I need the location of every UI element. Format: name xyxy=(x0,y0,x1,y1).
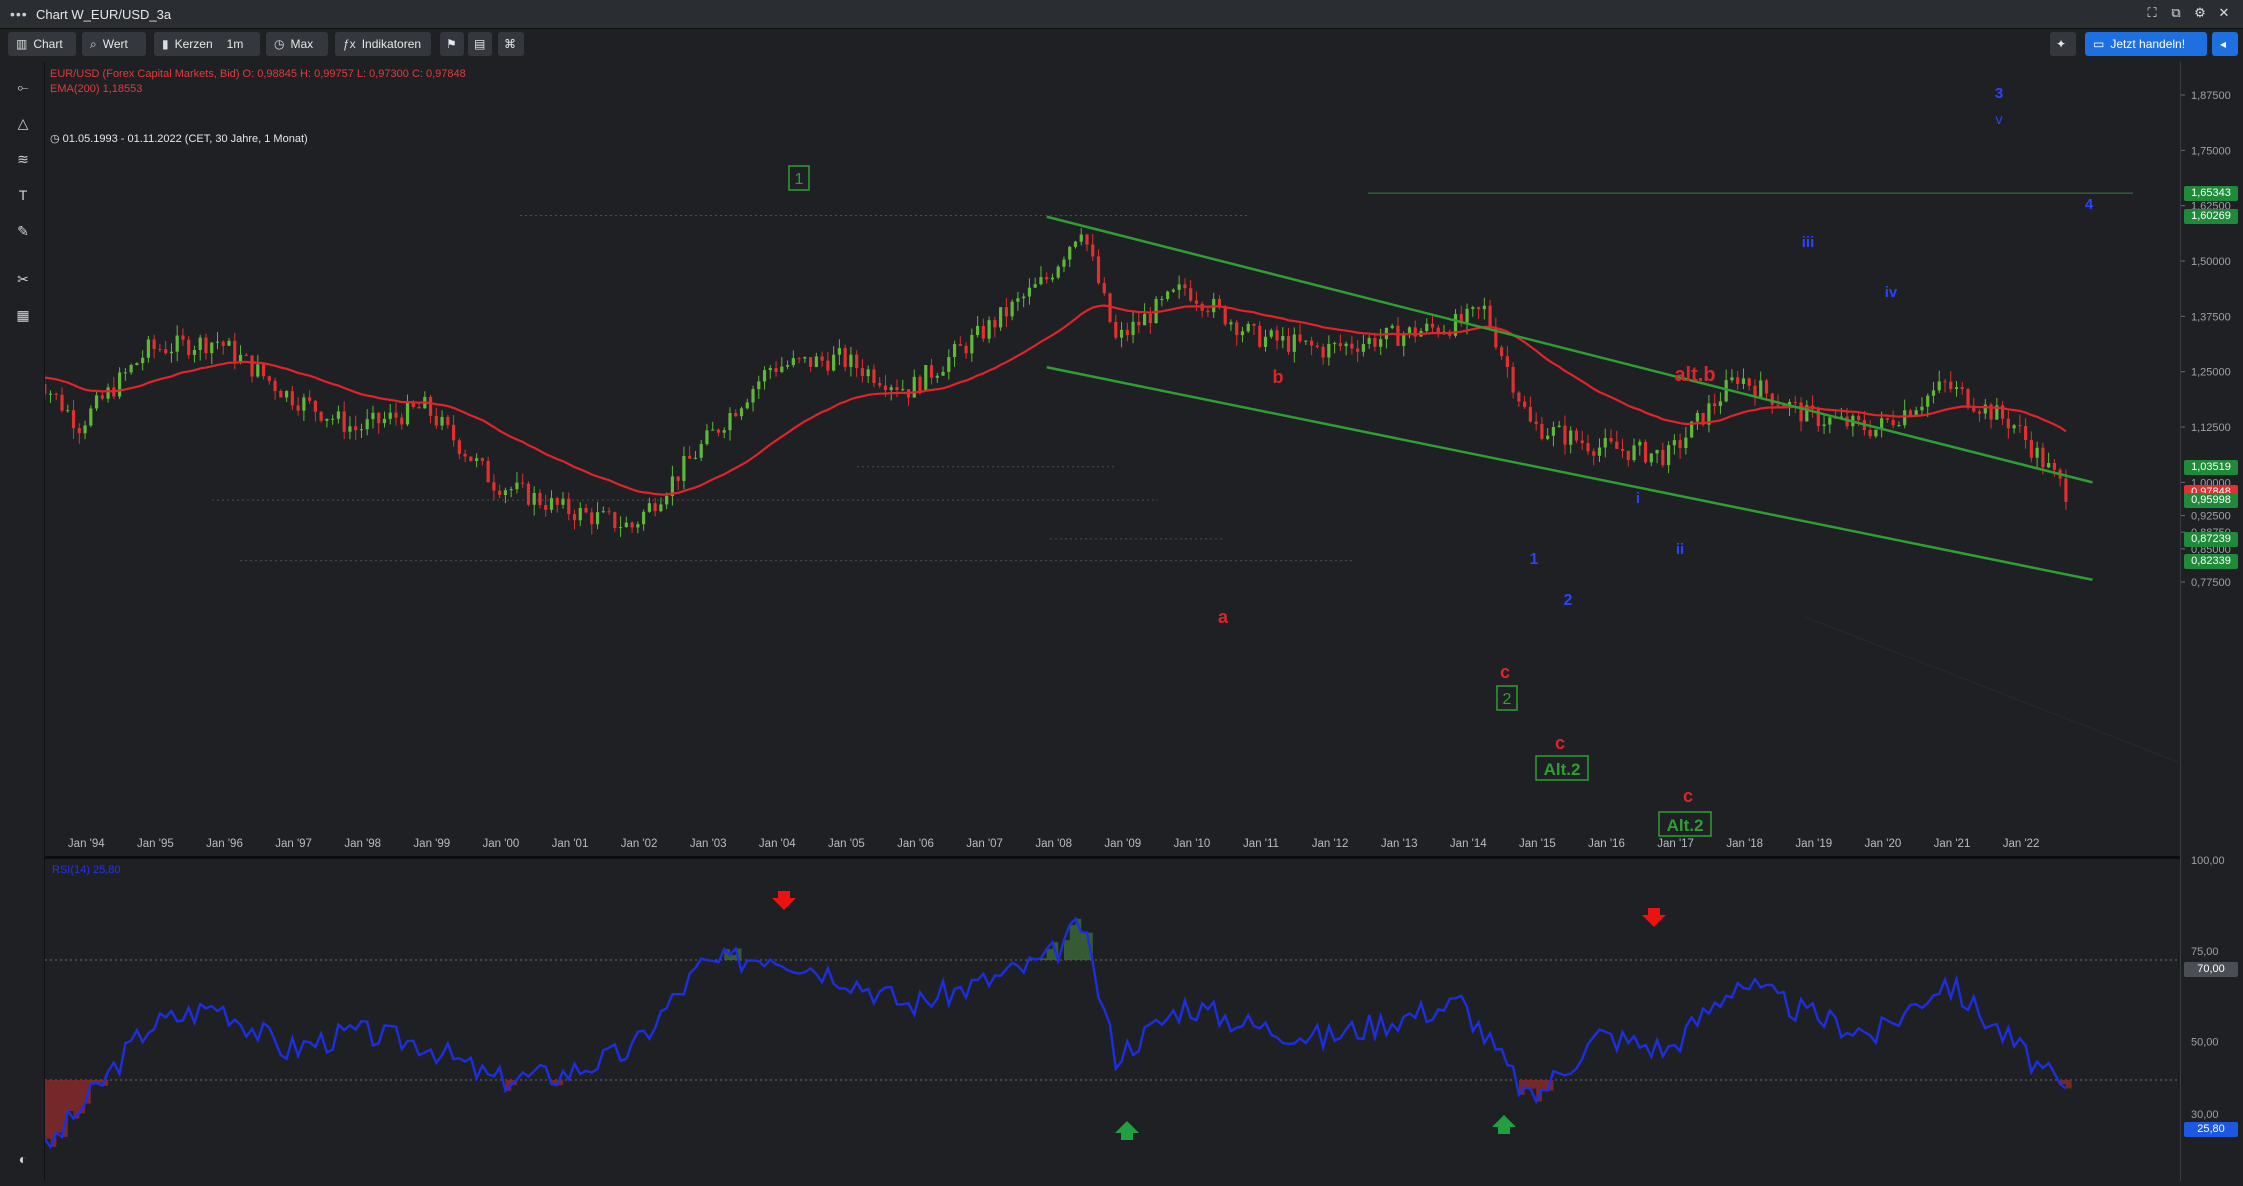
rsi-tick-label: 100,00 xyxy=(2191,855,2225,867)
rsi-tick-label: 75,00 xyxy=(2191,946,2219,958)
price-tick-label: 0,92500 xyxy=(2191,511,2231,523)
wave-4-label: 4 xyxy=(2085,196,2094,213)
price-tag: 1,65343 xyxy=(2184,186,2238,202)
price-tick-label: 1,75000 xyxy=(2191,145,2231,157)
price-tick-label: 1,87500 xyxy=(2191,90,2231,102)
wave-3-label: 3 xyxy=(1995,85,2003,102)
wave-b-label: b xyxy=(1273,367,1284,387)
wave-c-label-1: c xyxy=(1500,662,1510,682)
price-tick-label: 1,37500 xyxy=(2191,311,2231,323)
rsi-overbought-fill xyxy=(701,918,1093,960)
price-tag: 0,95998 xyxy=(2184,493,2238,509)
wave-2-label: 2 xyxy=(1503,691,1512,708)
price-tag: 0,82339 xyxy=(2184,553,2238,569)
wave-i-label: i xyxy=(1636,490,1640,507)
rsi-tag: 25,80 xyxy=(2184,1122,2238,1138)
rsi-tick-label: 30,00 xyxy=(2191,1109,2219,1121)
price-axis[interactable]: 1,87500 1,75000 1,62500 1,50000 1,37500 1,250… xyxy=(2180,62,2243,1181)
wave-a-label: a xyxy=(1218,607,1229,627)
wave-blue-2-label: 2 xyxy=(1564,592,1573,609)
alt2-label-b: Alt.2 xyxy=(1667,816,1704,835)
price-tick-label: 0,77500 xyxy=(2191,577,2231,589)
wave-v-label: v xyxy=(1996,111,2003,127)
wave-c-label-2: c xyxy=(1555,733,1565,753)
price-tick-label: 1,12500 xyxy=(2191,422,2231,434)
wave-alt-b-label: alt.b xyxy=(1674,364,1715,386)
wave-c-label-3: c xyxy=(1683,786,1693,806)
price-tag: 1,03519 xyxy=(2184,459,2238,475)
wave-iv-label: iv xyxy=(1885,284,1898,301)
rsi-tag: 70,00 xyxy=(2184,961,2238,977)
price-tick-label: 1,25000 xyxy=(2191,367,2231,379)
wave-1-label: 1 xyxy=(795,171,804,188)
rsi-legend: RSI(14) 25,80 xyxy=(52,864,121,876)
wave-iii-label: iii xyxy=(1802,234,1815,251)
wave-blue-1-label: 1 xyxy=(1530,551,1539,568)
wave-ii-label: ii xyxy=(1676,541,1684,558)
rsi-tick-label: 50,00 xyxy=(2191,1037,2219,1049)
pane-divider[interactable] xyxy=(45,856,2180,859)
rsi-oversold-fill xyxy=(45,1080,2072,1147)
price-tick-label: 1,50000 xyxy=(2191,256,2231,268)
price-tag: 0,87239 xyxy=(2184,531,2238,547)
alt2-label-a: Alt.2 xyxy=(1544,760,1581,779)
rsi-chart[interactable] xyxy=(45,860,2178,1181)
price-tag: 1,60269 xyxy=(2184,208,2238,224)
